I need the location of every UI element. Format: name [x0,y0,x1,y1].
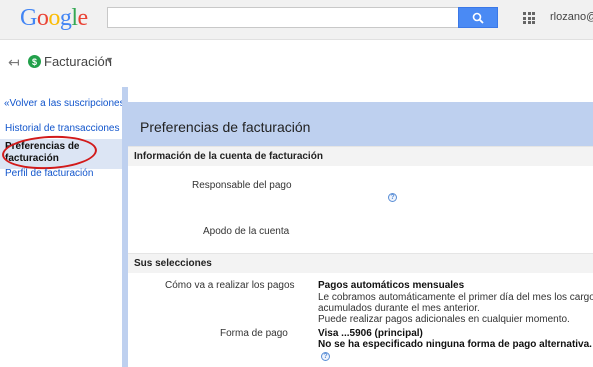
account-alias-label: Apodo de la cuenta [203,226,290,237]
search-button[interactable] [458,7,498,28]
help-icon[interactable]: ? [388,193,397,202]
logo-letter: o [36,5,49,31]
sidebar: «Volver a las suscripciones Historial de… [0,87,125,367]
selections-section-header: Sus selecciones [128,253,593,273]
search-input[interactable] [107,7,458,28]
search-icon [472,12,484,24]
google-logo[interactable]: Google [20,5,88,32]
account-section-header: Información de la cuenta de facturación [128,146,593,166]
dollar-icon: $ [28,55,41,68]
product-header: ↤ $ Facturación ▼ [0,41,593,87]
section-title: Sus selecciones [134,258,212,269]
top-bar: Google rlozano@v [0,0,593,40]
logo-letter: g [59,5,72,31]
logo-letter: o [48,5,60,31]
chevron-down-icon[interactable]: ▼ [105,55,114,65]
main-content: Preferencias de facturación Información … [128,87,593,367]
payment-method-description: acumulados durante el mes anterior. [318,303,480,314]
payment-method-value: Pagos automáticos mensuales [318,280,465,291]
product-switcher-label[interactable]: Facturación [44,54,112,69]
logo-letter: G [20,5,37,31]
page-title-band: Preferencias de facturación [128,102,593,146]
payment-form-label: Forma de pago [220,328,288,339]
payment-method-label: Cómo va a realizar los pagos [165,280,295,291]
section-title: Información de la cuenta de facturación [134,151,323,162]
payment-method-description: Le cobramos automáticamente el primer dí… [318,292,593,303]
payment-method-description: Puede realizar pagos adicionales en cual… [318,314,570,325]
sidebar-item-billing-profile[interactable]: Perfil de facturación [5,168,93,179]
payment-form-note: No se ha especificado ninguna forma de p… [318,339,592,350]
back-to-subscriptions-link[interactable]: «Volver a las suscripciones [4,98,125,109]
back-arrow-icon[interactable]: ↤ [8,54,20,71]
responsible-label: Responsable del pago [192,180,292,191]
apps-grid-icon[interactable] [523,12,535,24]
logo-letter: e [77,5,89,31]
page-title: Preferencias de facturación [140,119,311,135]
account-email[interactable]: rlozano@v [550,11,593,23]
sidebar-item-transaction-history[interactable]: Historial de transacciones [5,123,120,134]
help-icon[interactable]: ? [321,352,330,361]
payment-form-value: Visa ...5906 (principal) [318,328,423,339]
